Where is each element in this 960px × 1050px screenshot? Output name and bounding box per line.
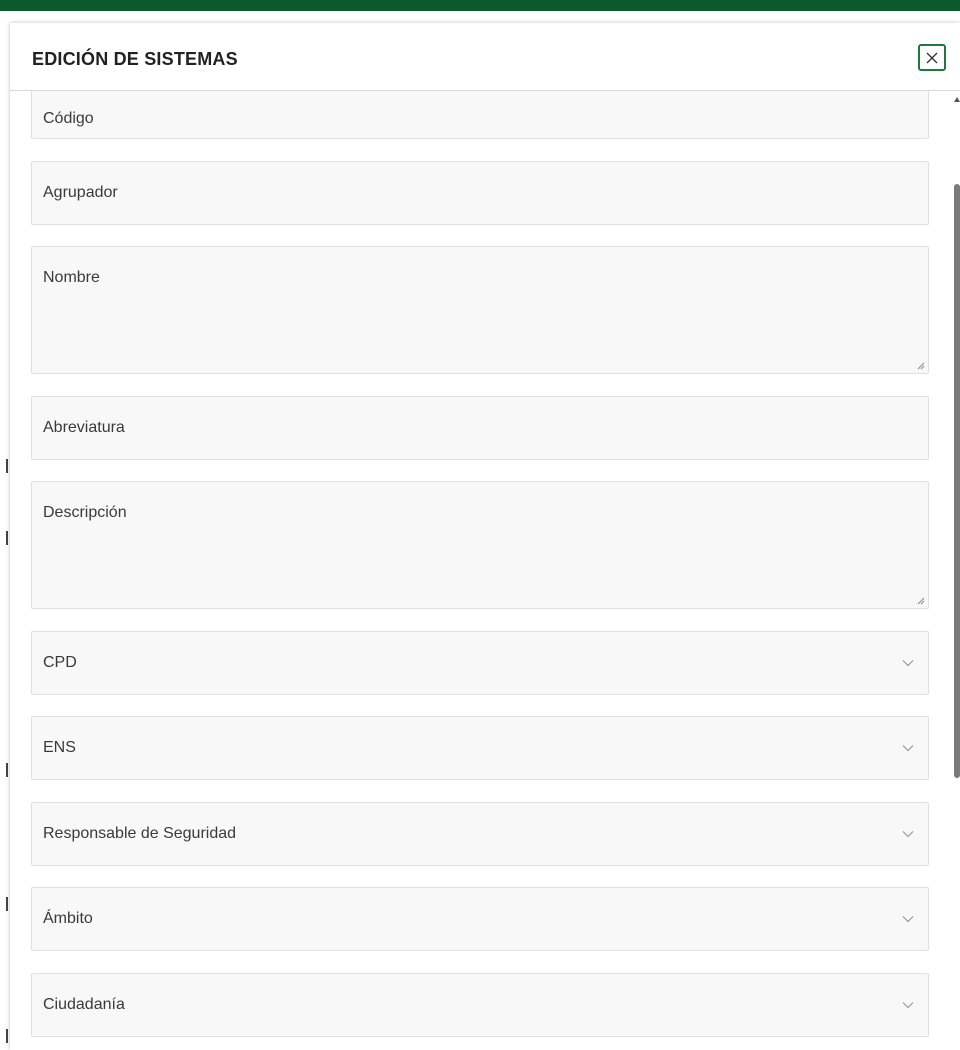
ambito-placeholder: Ámbito (43, 910, 93, 927)
codigo-field[interactable]: Código (31, 91, 929, 139)
chevron-down-icon (902, 660, 914, 667)
vertical-scrollbar[interactable] (954, 91, 960, 1050)
agrupador-placeholder: Agrupador (43, 184, 118, 201)
descripcion-placeholder: Descripción (43, 504, 127, 521)
background-marker (6, 531, 8, 545)
edit-systems-dialog: EDICIÓN DE SISTEMAS Código Agrupador Nom… (10, 23, 960, 1050)
background-marker (6, 1029, 8, 1043)
responsable-select[interactable]: Responsable de Seguridad (31, 802, 929, 866)
ciudadania-placeholder: Ciudadanía (43, 996, 125, 1013)
agrupador-field[interactable]: Agrupador (31, 161, 929, 225)
chevron-down-icon (902, 831, 914, 838)
codigo-placeholder: Código (43, 110, 94, 127)
responsable-placeholder: Responsable de Seguridad (43, 825, 237, 842)
close-button[interactable] (918, 44, 946, 71)
dialog-title: EDICIÓN DE SISTEMAS (32, 49, 238, 69)
chevron-down-icon (902, 916, 914, 923)
background-marker (6, 897, 8, 911)
close-icon (926, 52, 938, 63)
background-marker (6, 763, 8, 777)
nombre-textarea[interactable]: Nombre (31, 246, 929, 374)
cpd-placeholder: CPD (43, 654, 77, 671)
scroll-thumb[interactable] (954, 184, 960, 778)
ens-select[interactable]: ENS (31, 716, 929, 780)
app-header-bar (0, 0, 960, 11)
chevron-down-icon (902, 1002, 914, 1009)
abreviatura-placeholder: Abreviatura (43, 419, 125, 436)
background-marker (6, 459, 8, 473)
resize-grip-icon[interactable] (917, 362, 925, 370)
chevron-down-icon (902, 745, 914, 752)
cpd-select[interactable]: CPD (31, 631, 929, 695)
ciudadania-select[interactable]: Ciudadanía (31, 973, 929, 1037)
descripcion-textarea[interactable]: Descripción (31, 481, 929, 609)
resize-grip-icon[interactable] (917, 597, 925, 605)
nombre-placeholder: Nombre (43, 269, 100, 286)
ens-placeholder: ENS (43, 739, 76, 756)
background-page-edge (0, 11, 10, 1050)
ambito-select[interactable]: Ámbito (31, 887, 929, 951)
dialog-header: EDICIÓN DE SISTEMAS (10, 23, 960, 91)
scroll-up-arrow-icon[interactable] (954, 97, 960, 102)
abreviatura-field[interactable]: Abreviatura (31, 396, 929, 460)
form-scroll-area[interactable]: Código Agrupador Nombre Abreviatura Desc… (10, 91, 960, 1050)
